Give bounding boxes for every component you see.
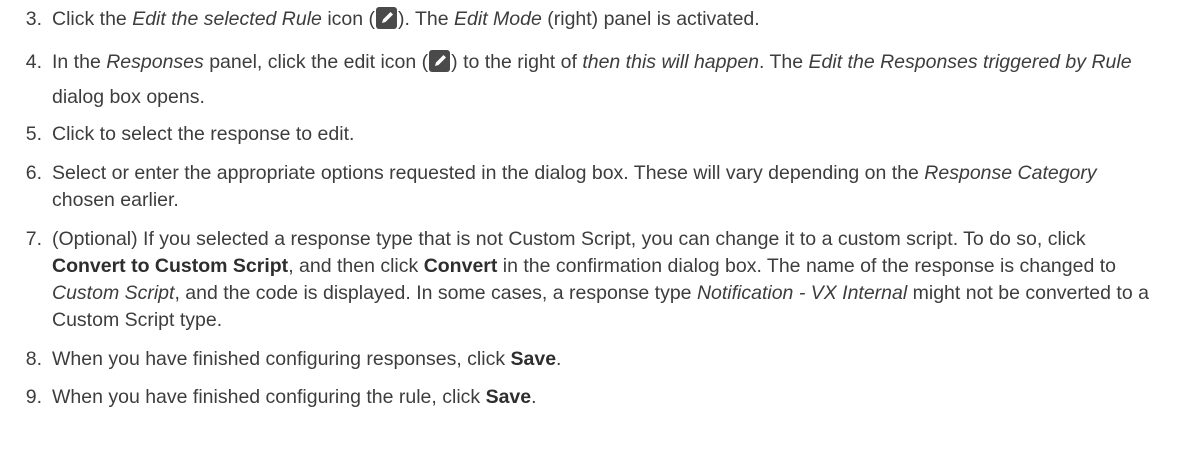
step-9: 9. When you have finished configuring th… bbox=[0, 384, 1188, 410]
step-text: Select or enter the appropriate options … bbox=[52, 162, 1097, 211]
step-number: 3. bbox=[25, 8, 42, 30]
ui-command: Convert bbox=[423, 255, 498, 277]
step-number: 6. bbox=[25, 162, 42, 184]
ui-term: then this will happen bbox=[582, 51, 760, 73]
step-text: When you have finished configuring respo… bbox=[52, 348, 562, 370]
procedure-steps-list: 3. Click the Edit the selected Rule icon… bbox=[0, 6, 1188, 410]
step-text: Click the Edit the selected Rule icon ()… bbox=[52, 7, 760, 30]
step-8: 8. When you have finished configuring re… bbox=[0, 346, 1188, 372]
step-number: 7. bbox=[25, 228, 42, 250]
step-text: (Optional) If you selected a response ty… bbox=[52, 228, 1149, 331]
ui-term: Custom Script bbox=[52, 282, 175, 304]
ui-term: Edit Mode bbox=[454, 8, 542, 30]
ui-term: Edit the Responses triggered by Rule bbox=[808, 51, 1132, 73]
pencil-icon bbox=[429, 50, 451, 72]
ui-command: Convert to Custom Script bbox=[52, 255, 289, 277]
step-6: 6. Select or enter the appropriate optio… bbox=[0, 160, 1188, 214]
ui-term: Edit the selected Rule bbox=[132, 8, 322, 30]
step-number: 4. bbox=[25, 51, 42, 73]
step-4: 4. In the Responses panel, click the edi… bbox=[0, 45, 1188, 115]
step-text: In the Responses panel, click the edit i… bbox=[52, 50, 1132, 108]
ui-term: Notification - VX Internal bbox=[696, 282, 908, 304]
ui-term: Response Category bbox=[924, 162, 1097, 184]
step-text: When you have finished configuring the r… bbox=[52, 386, 537, 408]
step-text: Click to select the response to edit. bbox=[52, 123, 355, 145]
step-number: 9. bbox=[25, 386, 42, 408]
step-5: 5. Click to select the response to edit. bbox=[0, 121, 1188, 147]
ui-command: Save bbox=[510, 348, 557, 370]
step-3: 3. Click the Edit the selected Rule icon… bbox=[0, 6, 1188, 32]
pencil-icon bbox=[376, 7, 398, 29]
ui-term: Responses bbox=[106, 51, 204, 73]
ui-command: Save bbox=[485, 386, 532, 408]
step-number: 8. bbox=[25, 348, 42, 370]
step-7: 7. (Optional) If you selected a response… bbox=[0, 226, 1188, 334]
step-number: 5. bbox=[25, 123, 42, 145]
